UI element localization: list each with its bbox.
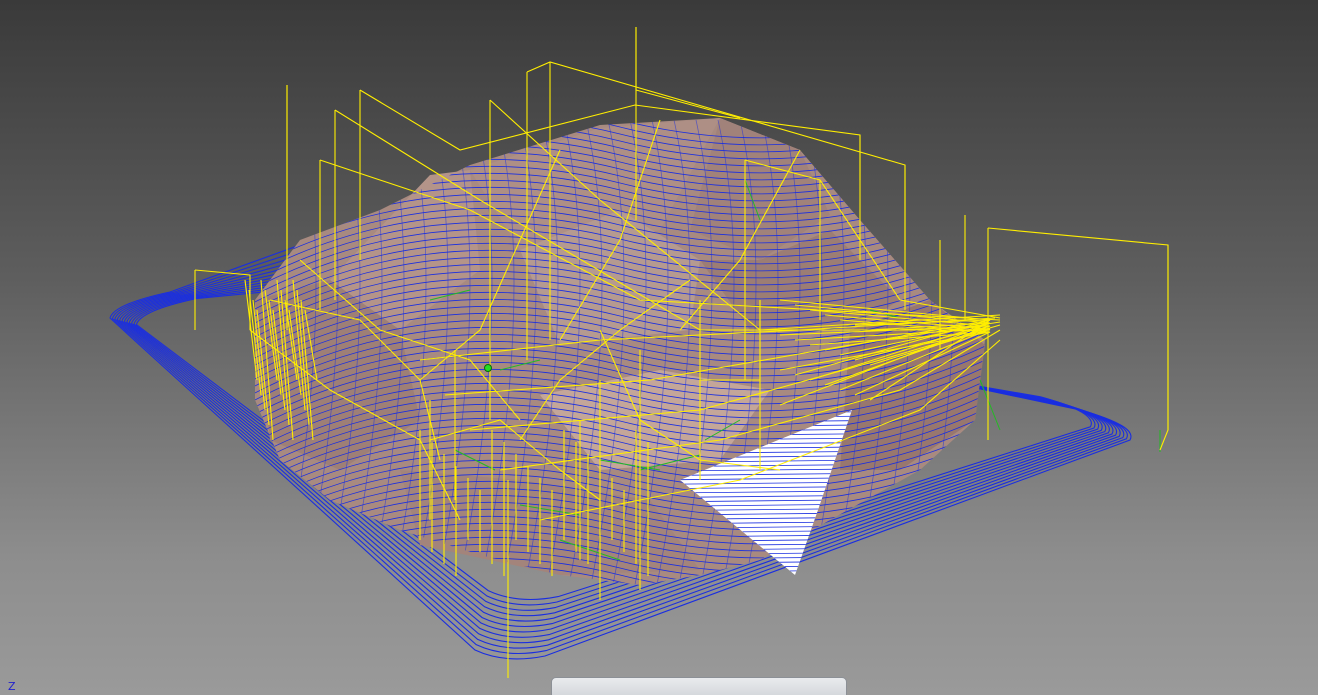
3d-viewport[interactable]: Z: [0, 0, 1318, 695]
bottom-toolbar-tab[interactable]: [551, 677, 847, 695]
axis-indicator-z: Z: [8, 680, 16, 693]
toolpath-start-marker: [484, 364, 492, 372]
toolpath-scene[interactable]: [0, 0, 1318, 695]
